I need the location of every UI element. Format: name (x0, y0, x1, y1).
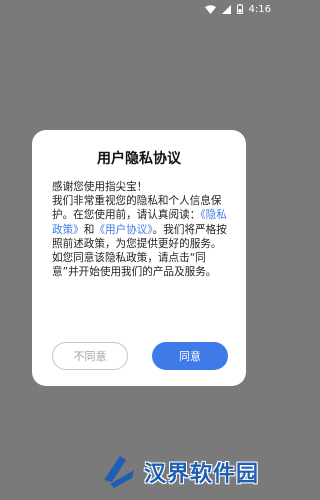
dialog-greeting: 感谢您使用指尖宝！ (52, 181, 148, 193)
dialog-and-text: 和 (83, 223, 95, 236)
user-agreement-link[interactable]: 《用户协议》 (94, 224, 152, 236)
privacy-dialog: 用户隐私协议 感谢您使用指尖宝！ 我们非常重视您的隐私和个人信息保护。在您使用前… (32, 130, 246, 386)
disagree-button[interactable]: 不同意 (52, 342, 128, 370)
agree-button[interactable]: 同意 (152, 342, 228, 370)
status-time: 4:16 (248, 3, 271, 15)
watermark-logo-icon (98, 450, 138, 494)
watermark-text: 汉界软件园 (144, 462, 260, 487)
dialog-body-text-1: 我们非常重视您的隐私和个人信息保护。在您使用前，请认真阅读： (52, 195, 222, 222)
status-bar: 4:16 (0, 0, 281, 18)
wifi-icon (204, 4, 216, 14)
signal-icon (221, 4, 231, 14)
dialog-body: 感谢您使用指尖宝！ 我们非常重视您的隐私和个人信息保护。在您使用前，请认真阅读：… (52, 180, 228, 279)
battery-icon (236, 4, 243, 14)
dialog-title: 用户隐私协议 (97, 151, 181, 167)
watermark: 汉界软件园 (98, 450, 278, 494)
